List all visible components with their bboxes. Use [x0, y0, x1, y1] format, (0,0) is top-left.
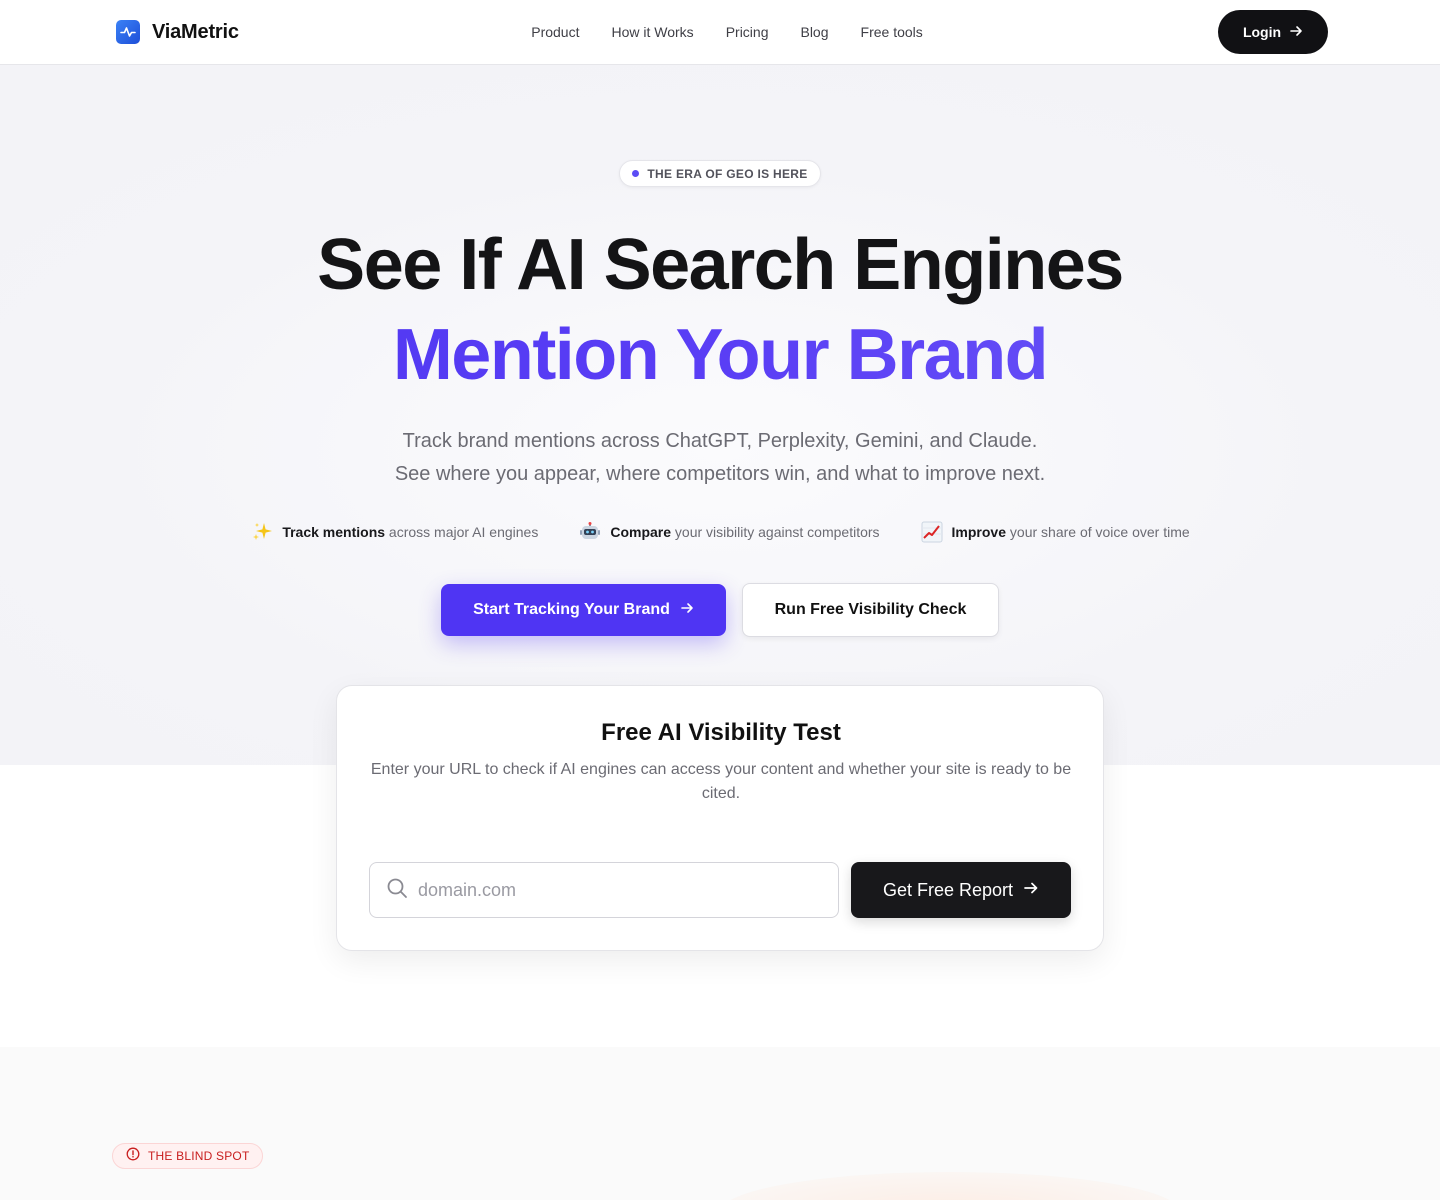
sparkles-icon	[250, 520, 274, 544]
era-badge-text: THE ERA OF GEO IS HERE	[647, 166, 808, 181]
blind-spot-section: THE BLIND SPOT	[0, 1047, 1440, 1200]
get-free-report-label: Get Free Report	[882, 879, 1014, 900]
feature-track: Track mentions across major AI engines	[250, 520, 538, 544]
nav-product[interactable]: Product	[531, 24, 579, 40]
feature-compare: Compare your visibility against competit…	[578, 520, 880, 544]
hero-title: See If AI Search Engines	[317, 225, 1124, 305]
visibility-test-title: Free AI Visibility Test	[601, 719, 841, 746]
login-label: Login	[1242, 24, 1282, 40]
visibility-test-description: Enter your URL to check if AI engines ca…	[370, 761, 1072, 802]
domain-input-wrapper[interactable]	[369, 862, 839, 918]
feature-list: Track mentions across major AI engines C…	[0, 520, 1440, 544]
era-badge: THE ERA OF GEO IS HERE	[619, 160, 821, 187]
nav-pricing[interactable]: Pricing	[726, 24, 769, 40]
feature-track-rest: across major AI engines	[388, 524, 539, 540]
pulse-icon	[116, 20, 140, 44]
robot-icon	[578, 520, 602, 544]
hero-subtitle: Track brand mentions across ChatGPT, Per…	[0, 425, 1440, 491]
feature-compare-rest: your visibility against competitors	[674, 524, 880, 540]
start-tracking-label: Start Tracking Your Brand	[473, 601, 670, 618]
hero-subtitle-line-2: See where you appear, where competitors …	[394, 463, 1046, 485]
alert-circle-icon	[126, 1147, 140, 1166]
blind-spot-badge: THE BLIND SPOT	[112, 1143, 264, 1169]
dot-icon	[632, 170, 640, 177]
decorative-glow	[720, 1172, 1180, 1200]
hero-section: THE ERA OF GEO IS HERE See If AI Search …	[0, 65, 1440, 765]
get-free-report-button[interactable]: Get Free Report	[851, 862, 1071, 918]
feature-track-bold: Track mentions	[282, 524, 386, 540]
search-icon	[386, 877, 408, 904]
free-visibility-check-button[interactable]: Run Free Visibility Check	[742, 583, 999, 637]
feature-improve: Improve your share of voice over time	[920, 520, 1190, 544]
feature-improve-rest: your share of voice over time	[1009, 524, 1190, 540]
login-button[interactable]: Login	[1218, 10, 1328, 54]
nav-how-it-works[interactable]: How it Works	[611, 24, 693, 40]
arrow-right-icon	[1289, 24, 1303, 41]
brand-name: ViaMetric	[152, 20, 239, 43]
visibility-test-card: Free AI Visibility Test Enter your URL t…	[336, 685, 1104, 951]
feature-improve-bold: Improve	[951, 524, 1007, 540]
hero-title-accent: Mention Your Brand	[0, 315, 1440, 395]
nav-blog[interactable]: Blog	[800, 24, 828, 40]
hero-subtitle-line-1: Track brand mentions across ChatGPT, Per…	[402, 430, 1038, 452]
domain-input[interactable]	[418, 879, 818, 901]
start-tracking-button[interactable]: Start Tracking Your Brand	[441, 584, 726, 636]
site-header: ViaMetric Product How it Works Pricing B…	[0, 0, 1440, 65]
feature-compare-bold: Compare	[610, 524, 672, 540]
blind-spot-badge-text: THE BLIND SPOT	[148, 1149, 250, 1163]
brand-logo[interactable]: ViaMetric	[116, 20, 239, 44]
chart-up-icon	[920, 520, 944, 544]
arrow-right-icon	[1023, 880, 1039, 901]
nav-free-tools[interactable]: Free tools	[861, 24, 923, 40]
arrow-right-icon	[680, 601, 694, 620]
